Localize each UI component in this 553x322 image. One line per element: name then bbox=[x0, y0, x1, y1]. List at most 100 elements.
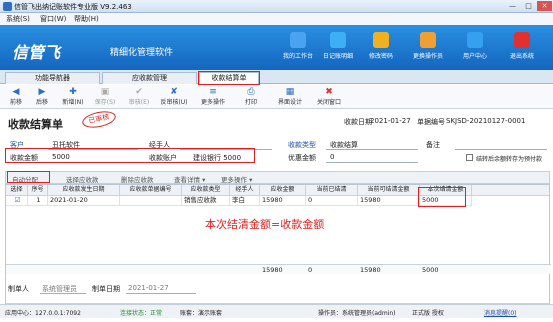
ledger-icon bbox=[330, 32, 346, 48]
menu-bar: 系统(S) 窗口(W) 帮助(H) bbox=[0, 13, 553, 25]
maker-label: 制单人 bbox=[8, 285, 29, 293]
app-icon bbox=[3, 2, 12, 11]
desktop-icon bbox=[290, 32, 306, 48]
save-icon: ▣ bbox=[100, 87, 110, 97]
menu-help[interactable]: 帮助(H) bbox=[74, 14, 99, 24]
brand-slogan: 精细化管理软件 bbox=[110, 48, 174, 58]
power-icon bbox=[514, 32, 530, 48]
title-bar: 信管飞出纳记账软件专业版 V9.2.463 — □ ✕ bbox=[0, 0, 553, 13]
nav-user-center[interactable]: 用户中心 bbox=[456, 30, 494, 66]
tab-settlement[interactable]: 收款结算单 bbox=[198, 71, 260, 85]
close-icon: ✖ bbox=[325, 87, 333, 97]
check-icon: ✔ bbox=[135, 87, 143, 97]
row-checkbox[interactable]: ☑ bbox=[6, 196, 28, 206]
maximize-button[interactable]: □ bbox=[521, 1, 536, 11]
grid-more-button[interactable]: 更多操作 ▾ bbox=[221, 174, 252, 184]
design-icon: ▦ bbox=[285, 87, 295, 97]
nav-password[interactable]: 修改密码 bbox=[362, 30, 400, 66]
row-due: 15980 bbox=[260, 196, 306, 206]
user-icon bbox=[420, 32, 436, 48]
status-license: 正式版 授权 bbox=[412, 310, 444, 317]
account-label: 收款账户 bbox=[149, 154, 177, 162]
key-icon bbox=[373, 32, 389, 48]
print-icon: ⎙ bbox=[247, 87, 255, 97]
menu-window[interactable]: 窗口(W) bbox=[40, 14, 66, 24]
print-button[interactable]: ⎙ 打印 bbox=[240, 87, 262, 107]
person-icon bbox=[467, 32, 483, 48]
type-label: 收款类型 bbox=[288, 141, 316, 149]
approved-stamp: 已审核 bbox=[80, 108, 118, 131]
nav-exit[interactable]: 退出系统 bbox=[503, 30, 541, 66]
account-field[interactable]: 建设银行 5000 bbox=[193, 153, 241, 163]
unapprove-button[interactable]: ✘ 反审核(U) bbox=[157, 87, 191, 107]
tab-navigator[interactable]: 功能导航器 bbox=[5, 72, 100, 84]
discount-label: 优惠金额 bbox=[288, 154, 316, 162]
minimize-button[interactable]: — bbox=[505, 1, 520, 11]
close-tab-button[interactable]: ✖ 关闭窗口 bbox=[313, 87, 345, 107]
delete-receivable-button[interactable]: 删除应收款 bbox=[121, 174, 154, 184]
amount-label: 收款金额 bbox=[10, 154, 38, 162]
close-window-button[interactable]: ✕ bbox=[537, 1, 552, 11]
design-button[interactable]: ▦ 界面设计 bbox=[274, 87, 306, 107]
col-docno: 应收款单据编号 bbox=[120, 185, 182, 196]
make-date-field: 2021-01-27 bbox=[128, 284, 169, 292]
row-settleable: 15980 bbox=[358, 196, 420, 206]
row-settled: 0 bbox=[306, 196, 358, 206]
nav-workbench[interactable]: 我的工作台 bbox=[279, 30, 317, 66]
select-receivable-button[interactable]: 选择应收款 bbox=[66, 174, 99, 184]
row-type: 销售应收款 bbox=[182, 196, 230, 206]
remark-label: 备注 bbox=[426, 141, 440, 149]
status-bar: 应用中心：127.0.0.1:7092 连接状态：正常 账套：演示账套 操作员：… bbox=[0, 304, 553, 318]
doc-no-label: 单据编号 bbox=[417, 118, 445, 126]
annotation-note: 本次结清金额=收款金额 bbox=[205, 218, 325, 231]
brand-logo: 信管飞 bbox=[12, 43, 61, 62]
row-index: 1 bbox=[28, 196, 48, 206]
prepay-checkbox[interactable] bbox=[466, 154, 473, 161]
doc-no-value: SKJSD-20210127-0001 bbox=[446, 117, 526, 125]
row-date: 2021-01-20 bbox=[48, 196, 120, 206]
approve-button[interactable]: ✔ 审核(E) bbox=[124, 87, 154, 107]
view-details-button[interactable]: 查看详情 ▾ bbox=[174, 174, 205, 184]
tab-receivables[interactable]: 应收款管理 bbox=[102, 72, 197, 84]
left-arrow-icon: ◀ bbox=[12, 87, 20, 97]
discount-field[interactable]: 0 bbox=[330, 153, 334, 161]
status-connection: 连接状态：正常 bbox=[120, 310, 163, 317]
col-settled: 当前已结清 bbox=[306, 185, 358, 196]
new-button[interactable]: ✚ 新增(N) bbox=[58, 87, 88, 107]
sum-settled: 0 bbox=[308, 266, 313, 274]
nav-ledger[interactable]: 日记账明细 bbox=[319, 30, 357, 66]
col-date: 应收款发生日期 bbox=[48, 185, 120, 196]
col-index: 序号 bbox=[28, 185, 48, 196]
menu-system[interactable]: 系统(S) bbox=[6, 14, 30, 24]
col-handler: 经手人 bbox=[230, 185, 260, 196]
amount-field[interactable]: 5000 bbox=[52, 153, 70, 161]
status-account-set: 账套：演示账套 bbox=[180, 310, 223, 317]
col-settleable: 当前可结清金额 bbox=[358, 185, 420, 196]
right-arrow-icon: ▶ bbox=[38, 87, 46, 97]
window-title: 信管飞出纳记账软件专业版 V9.2.463 bbox=[14, 3, 132, 11]
add-icon: ✚ bbox=[69, 87, 77, 97]
save-button[interactable]: ▣ 保存(S) bbox=[90, 87, 120, 107]
more-actions-button[interactable]: ≡ 更多操作 bbox=[197, 87, 229, 107]
toolbar: ◀ 前移 ▶ 后移 ✚ 新增(N) ▣ 保存(S) ✔ 审核(E) ✘ 反审核(U) ≡ 更多… bbox=[0, 85, 553, 109]
page-title: 收款结算单 bbox=[8, 118, 63, 131]
more-icon: ≡ bbox=[209, 87, 217, 97]
grid-toolbar: 自动分配 选择应收款 删除应收款 查看详情 ▾ 更多操作 ▾ bbox=[5, 171, 550, 184]
highlight-auto-box bbox=[7, 171, 50, 183]
col-select: 选择 bbox=[6, 185, 28, 196]
banner: 信管飞 精细化管理软件 我的工作台 日记账明细 修改密码 更换操作员 用户中心 … bbox=[0, 25, 553, 70]
sum-settleable: 15980 bbox=[360, 266, 381, 274]
date-value[interactable]: 2021-01-27 bbox=[370, 117, 411, 125]
next-button[interactable]: ▶ 后移 bbox=[30, 87, 54, 107]
row-handler: 李白 bbox=[230, 196, 260, 206]
status-operator: 操作员：系统管理员(admin) bbox=[318, 310, 396, 317]
nav-switch-user[interactable]: 更换操作员 bbox=[409, 30, 447, 66]
prev-button[interactable]: ◀ 前移 bbox=[4, 87, 28, 107]
date-label: 收款日期 bbox=[344, 118, 372, 126]
prepay-label: 结转后余额转存为预付款 bbox=[476, 156, 543, 163]
make-date-label: 制单日期 bbox=[92, 285, 120, 293]
message-link[interactable]: 消息提醒(0) bbox=[484, 308, 517, 317]
highlight-current-box bbox=[418, 187, 466, 207]
row-docno bbox=[120, 196, 182, 206]
tab-strip: 功能导航器 应收款管理 收款结算单 bbox=[0, 70, 553, 85]
